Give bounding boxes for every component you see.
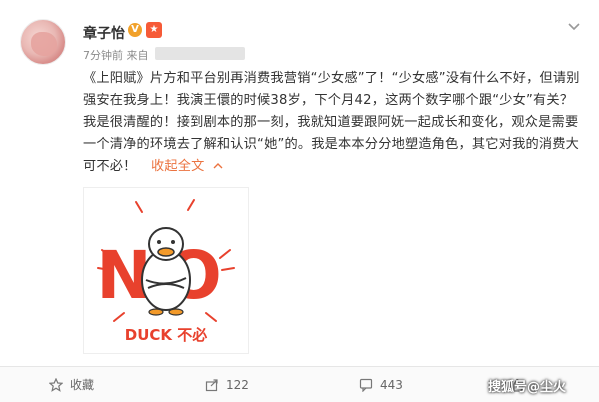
weibo-post-card: 章子怡 V ★ 7分钟前 来自 《上阳赋》片方和平台别再消费我营销“少女感”了！… <box>0 0 599 402</box>
star-icon <box>49 377 63 392</box>
post-text: 《上阳赋》片方和平台别再消费我营销“少女感”了！“少女感”没有什么不好，但请别强… <box>83 68 583 178</box>
author-name[interactable]: 章子怡 <box>83 23 125 43</box>
author-avatar[interactable] <box>20 19 66 65</box>
share-count: 122 <box>226 377 249 392</box>
image-caption: DUCK 不必 <box>125 326 208 344</box>
favorite-label: 收藏 <box>70 378 95 392</box>
post-source-prefix: 来自 <box>126 49 149 62</box>
post-image[interactable]: NO DUCK 不必 <box>83 187 249 354</box>
member-medal-icon: ★ <box>146 22 162 38</box>
comment-button[interactable]: 443 <box>359 367 403 402</box>
chevron-up-icon <box>213 163 223 169</box>
collapse-text-label[interactable]: 收起全文 <box>151 159 205 174</box>
share-button[interactable]: 122 <box>205 367 249 402</box>
post-meta: 7分钟前 来自 <box>83 47 149 63</box>
share-icon <box>205 378 218 391</box>
sohu-watermark: 搜狐号@尘火 <box>488 380 567 395</box>
post-time[interactable]: 7分钟前 <box>83 49 123 62</box>
favorite-button[interactable]: 收藏 <box>49 367 94 402</box>
chevron-down-icon[interactable] <box>567 22 581 32</box>
comment-icon <box>359 378 373 392</box>
comment-count: 443 <box>380 377 403 392</box>
verified-badge-icon: V <box>128 23 142 37</box>
collapse-text-link[interactable]: 收起全文 <box>151 159 223 174</box>
blurred-source <box>155 47 245 60</box>
